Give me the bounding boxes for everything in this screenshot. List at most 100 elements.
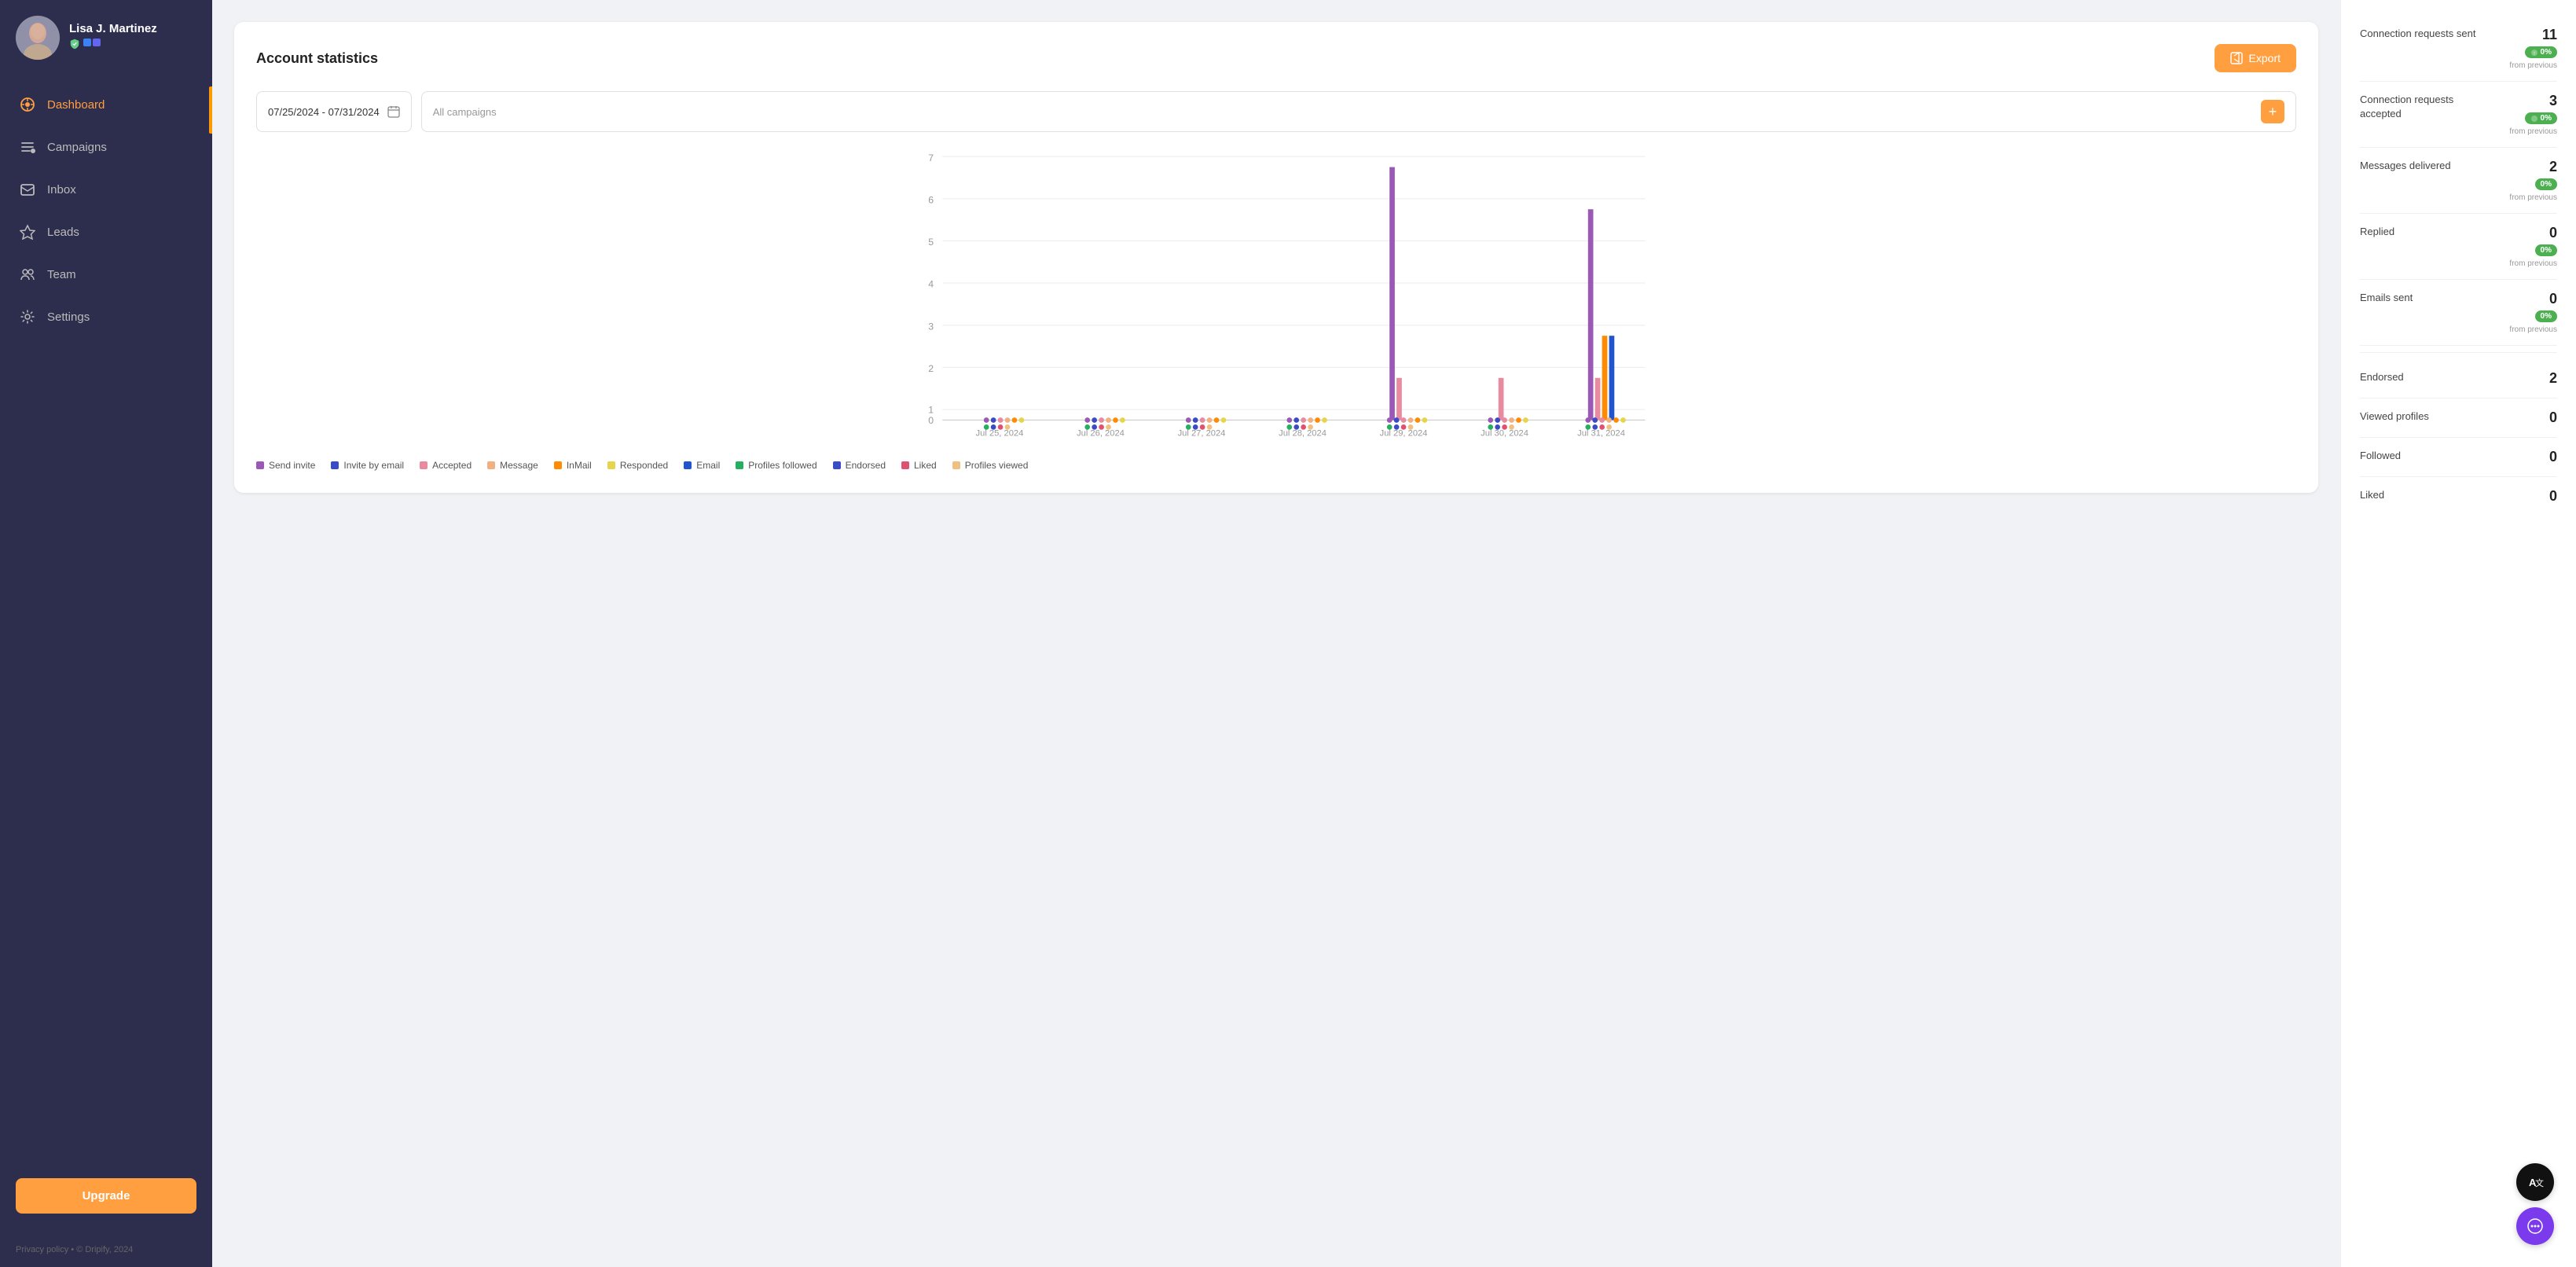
svg-text:6: 6	[928, 194, 934, 205]
legend-invite-by-email: Invite by email	[331, 460, 404, 471]
svg-text:5: 5	[928, 237, 934, 248]
stat-badge-connection-requests-sent: ↑ 0%	[2525, 46, 2557, 58]
inbox-icon	[19, 181, 36, 198]
user-name: Lisa J. Martinez	[69, 22, 196, 35]
legend-endorsed: Endorsed	[833, 460, 886, 471]
stat-badge-connection-requests-accepted: 0%	[2525, 112, 2557, 124]
translate-button[interactable]: A 文	[2516, 1163, 2554, 1201]
stat-row-followed: Followed 0	[2360, 438, 2557, 477]
campaign-filter[interactable]: All campaigns +	[421, 91, 2296, 132]
chat-button[interactable]	[2516, 1207, 2554, 1245]
sidebar-item-team[interactable]: Team	[0, 253, 212, 296]
upgrade-button[interactable]: Upgrade	[16, 1178, 196, 1214]
sidebar-footer: Privacy policy • © Dripify, 2024	[0, 1232, 212, 1267]
stats-section-divider	[2360, 352, 2557, 353]
sidebar-item-campaigns[interactable]: Campaigns	[0, 126, 212, 168]
stat-right-messages-delivered: 2 0% from previous	[2509, 159, 2557, 202]
svg-text:Jul 29, 2024: Jul 29, 2024	[1380, 429, 1428, 439]
sidebar-item-dashboard[interactable]: Dashboard	[0, 83, 212, 126]
stat-badge-emails-sent: 0%	[2535, 310, 2557, 322]
stat-value-liked: 0	[2549, 488, 2557, 505]
stat-row-connection-requests-sent: Connection requests sent 11 ↑ 0% from pr…	[2360, 16, 2557, 82]
sidebar-item-label-team: Team	[47, 268, 76, 281]
svg-text:Jul 31, 2024: Jul 31, 2024	[1577, 429, 1625, 439]
stat-right-followed: 0	[2549, 449, 2557, 465]
legend-message: Message	[487, 460, 538, 471]
stat-right-connection-requests-sent: 11 ↑ 0% from previous	[2509, 27, 2557, 70]
legend-label-profiles-followed: Profiles followed	[748, 460, 816, 471]
sidebar-item-inbox[interactable]: Inbox	[0, 168, 212, 211]
chart-container: 0 1 2 3 4 5 6 7 Jul 25, 2024 Jul 26, 202…	[256, 148, 2296, 450]
add-campaign-button[interactable]: +	[2261, 100, 2284, 123]
stat-right-connection-requests-accepted: 3 0% from previous	[2509, 93, 2557, 136]
chart-legend: Send invite Invite by email Accepted Mes…	[256, 460, 2296, 471]
export-button[interactable]: Export	[2215, 44, 2296, 72]
stat-row-endorsed: Endorsed 2	[2360, 359, 2557, 398]
legend-email: Email	[684, 460, 720, 471]
calendar-icon	[387, 105, 400, 118]
svg-text:3: 3	[928, 321, 934, 332]
stat-label-liked: Liked	[2360, 488, 2384, 502]
legend-color-profiles-followed	[736, 461, 743, 469]
stat-right-emails-sent: 0 0% from previous	[2509, 291, 2557, 334]
badge-icon-crs: ↑	[2530, 49, 2538, 57]
stat-value-followed: 0	[2549, 449, 2557, 465]
legend-label-profiles-viewed: Profiles viewed	[965, 460, 1029, 471]
sidebar-item-label-dashboard: Dashboard	[47, 98, 105, 112]
legend-color-send-invite	[256, 461, 264, 469]
legend-label-accepted: Accepted	[432, 460, 472, 471]
stat-row-liked: Liked 0	[2360, 477, 2557, 516]
stat-from-emails-sent: from previous	[2509, 325, 2557, 334]
stats-panel: Connection requests sent 11 ↑ 0% from pr…	[2340, 0, 2576, 1267]
chart-title: Account statistics	[256, 50, 378, 67]
stat-label-emails-sent: Emails sent	[2360, 291, 2413, 305]
legend-color-endorsed	[833, 461, 841, 469]
sidebar-item-leads[interactable]: Leads	[0, 211, 212, 253]
legend-label-email: Email	[696, 460, 720, 471]
chart-area: Account statistics Export 07/25/2024 - 0…	[212, 0, 2340, 1267]
svg-text:文: 文	[2535, 1177, 2544, 1188]
legend-send-invite: Send invite	[256, 460, 315, 471]
sidebar-item-label-inbox: Inbox	[47, 183, 76, 196]
svg-text:4: 4	[928, 279, 934, 290]
sidebar: Lisa J. Martinez	[0, 0, 212, 1267]
stat-right-endorsed: 2	[2549, 370, 2557, 387]
stat-right-liked: 0	[2549, 488, 2557, 505]
main-content: Account statistics Export 07/25/2024 - 0…	[212, 0, 2576, 1267]
svg-text:7: 7	[928, 152, 934, 163]
svg-text:↑: ↑	[2533, 51, 2536, 57]
svg-text:1: 1	[928, 405, 934, 416]
stat-right-viewed-profiles: 0	[2549, 409, 2557, 426]
badge-icon	[83, 37, 102, 50]
avatar	[16, 16, 60, 60]
shield-icon	[69, 39, 80, 50]
stat-from-messages-delivered: from previous	[2509, 193, 2557, 202]
sidebar-item-settings[interactable]: Settings	[0, 296, 212, 338]
legend-label-invite-by-email: Invite by email	[343, 460, 404, 471]
legend-label-message: Message	[500, 460, 538, 471]
legend-color-inmail	[554, 461, 562, 469]
filters-row: 07/25/2024 - 07/31/2024 All campaigns +	[256, 91, 2296, 132]
legend-color-profiles-viewed	[952, 461, 960, 469]
legend-color-responded	[607, 461, 615, 469]
svg-text:2: 2	[928, 363, 934, 374]
stat-value-endorsed: 2	[2549, 370, 2557, 387]
user-info: Lisa J. Martinez	[69, 22, 196, 53]
stat-value-messages-delivered: 2	[2549, 159, 2557, 175]
stat-badge-messages-delivered: 0%	[2535, 178, 2557, 190]
stat-value-viewed-profiles: 0	[2549, 409, 2557, 426]
translate-icon: A 文	[2526, 1173, 2545, 1192]
stat-label-connection-requests-accepted: Connection requests accepted	[2360, 93, 2486, 121]
campaigns-icon	[19, 138, 36, 156]
stat-row-viewed-profiles: Viewed profiles 0	[2360, 398, 2557, 438]
legend-profiles-followed: Profiles followed	[736, 460, 816, 471]
stat-value-connection-requests-accepted: 3	[2549, 93, 2557, 109]
legend-label-endorsed: Endorsed	[846, 460, 886, 471]
stat-label-viewed-profiles: Viewed profiles	[2360, 409, 2429, 424]
export-icon	[2230, 52, 2243, 64]
legend-label-send-invite: Send invite	[269, 460, 315, 471]
chat-icon	[2526, 1217, 2545, 1236]
date-range-filter[interactable]: 07/25/2024 - 07/31/2024	[256, 91, 412, 132]
legend-label-liked: Liked	[914, 460, 937, 471]
stat-row-messages-delivered: Messages delivered 2 0% from previous	[2360, 148, 2557, 214]
